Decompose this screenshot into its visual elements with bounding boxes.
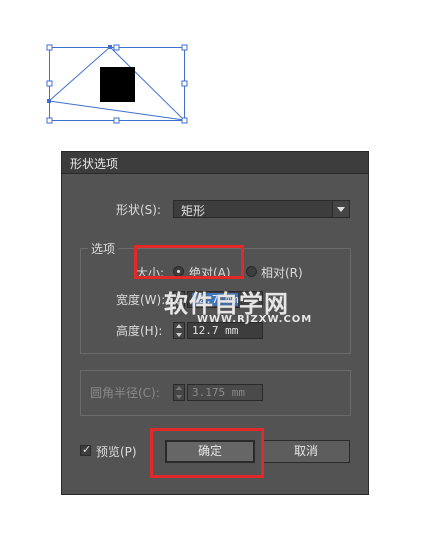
black-square-shape[interactable]	[100, 67, 135, 102]
anchor-point-left[interactable]	[47, 99, 51, 103]
watermark-url: WWW.RJZXW.COM	[197, 314, 313, 325]
corner-radius-stepper[interactable]	[173, 384, 185, 401]
handle-bottom-left[interactable]	[46, 117, 53, 124]
shape-select-value: 矩形	[181, 204, 206, 218]
handle-top-right[interactable]	[181, 44, 188, 51]
handle-middle-left[interactable]	[46, 80, 53, 87]
preview-label[interactable]: 预览(P)	[96, 443, 137, 460]
height-stepper[interactable]	[173, 322, 185, 339]
highlight-size-absolute	[134, 245, 244, 279]
artboard-canvas	[46, 44, 188, 124]
anchor-point-top[interactable]	[108, 45, 112, 49]
shape-select[interactable]: 矩形	[173, 200, 350, 218]
corner-radius-field[interactable]: 3.175 mm	[187, 384, 263, 401]
corner-radius-label: 圆角半径(C):	[90, 386, 160, 400]
options-group-label: 选项	[88, 240, 119, 257]
width-label: 宽度(W):	[116, 293, 166, 307]
chevron-down-icon[interactable]	[332, 201, 349, 217]
handle-bottom-right[interactable]	[181, 117, 188, 124]
handle-top-left[interactable]	[46, 44, 53, 51]
highlight-ok-button	[150, 428, 264, 478]
handle-bottom-middle[interactable]	[113, 117, 120, 124]
handle-top-middle[interactable]	[113, 44, 120, 51]
handle-middle-right[interactable]	[181, 80, 188, 87]
relative-radio[interactable]	[246, 266, 257, 277]
check-icon: ✓	[82, 443, 92, 456]
relative-radio-label[interactable]: 相对(R)	[261, 264, 303, 281]
cancel-button[interactable]: 取消	[262, 440, 350, 463]
shape-label: 形状(S):	[116, 203, 162, 217]
preview-checkbox[interactable]: ✓	[80, 443, 92, 456]
dialog-titlebar[interactable]: 形状选项	[62, 152, 368, 174]
height-label: 高度(H):	[116, 324, 163, 338]
dialog-title: 形状选项	[70, 157, 119, 171]
